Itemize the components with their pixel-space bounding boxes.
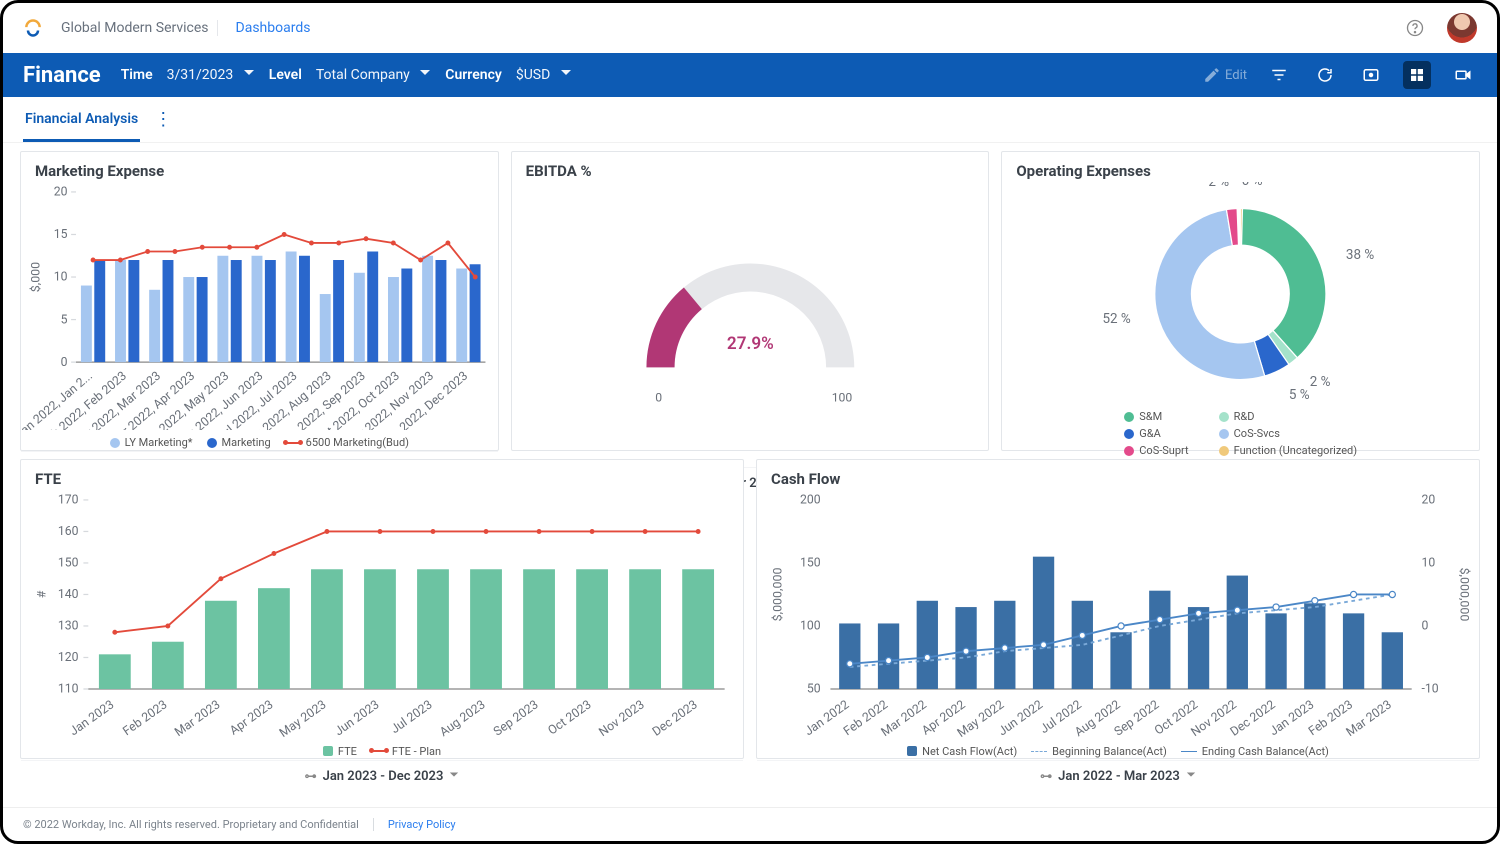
svg-text:20: 20	[1421, 494, 1435, 508]
svg-text:20: 20	[54, 186, 68, 200]
svg-text:130: 130	[58, 620, 79, 634]
presentation-icon[interactable]	[1357, 61, 1385, 89]
svg-text:Sep 2022: Sep 2022	[1112, 698, 1162, 739]
svg-text:Oct 2023: Oct 2023	[546, 698, 594, 738]
edit-button[interactable]: Edit	[1203, 66, 1247, 84]
pin-icon: ⊶	[1040, 769, 1052, 783]
help-icon[interactable]	[1405, 18, 1425, 38]
company-name: Global Modern Services	[61, 20, 218, 36]
svg-text:Aug 2023: Aug 2023	[438, 698, 489, 739]
chevron-down-icon	[560, 67, 572, 83]
svg-text:Jun 2022: Jun 2022	[996, 698, 1046, 739]
filter-time-value[interactable]: 3/31/2023	[167, 67, 255, 83]
svg-text:38 %: 38 %	[1346, 248, 1374, 263]
svg-text:100: 100	[831, 391, 852, 405]
page-footer: © 2022 Workday, Inc. All rights reserved…	[3, 807, 1497, 841]
card-cash-flow: Cash Flow 50100150200-1001020$,000,000$,…	[756, 459, 1480, 759]
svg-text:Jan 2023: Jan 2023	[68, 698, 118, 739]
svg-text:Apr 2023: Apr 2023	[228, 698, 277, 738]
card-title: Operating Expenses	[1002, 152, 1479, 182]
svg-text:10: 10	[54, 271, 68, 285]
svg-text:$,000,000: $,000,000	[1457, 568, 1472, 622]
filter-currency-label: Currency	[445, 67, 502, 83]
svg-text:15: 15	[54, 228, 68, 242]
svg-text:140: 140	[58, 588, 79, 602]
card-footer[interactable]: ⊶ Jan 2022 - Mar 2023	[757, 760, 1479, 794]
chevron-down-icon	[243, 67, 255, 83]
chevron-down-icon	[1186, 769, 1196, 784]
svg-text:Mar 2023: Mar 2023	[173, 698, 224, 739]
grid-view-icon[interactable]	[1403, 61, 1431, 89]
svg-text:2 %: 2 %	[1310, 375, 1331, 390]
svg-text:110: 110	[58, 683, 79, 697]
svg-text:Jul 2023: Jul 2023	[389, 698, 436, 737]
svg-text:150: 150	[800, 557, 821, 571]
pin-icon: ⊶	[305, 769, 317, 783]
privacy-policy-link[interactable]: Privacy Policy	[373, 818, 456, 831]
card-operating-expenses: Operating Expenses 0 %38 %2 %5 %52 %2 % …	[1001, 151, 1480, 451]
card-ebitda: EBITDA % 27.9%0100 ⊶ Mar 2023	[511, 151, 990, 451]
user-avatar[interactable]	[1447, 13, 1477, 43]
svg-text:$,000,000: $,000,000	[771, 568, 786, 622]
filter-level-label: Level	[269, 67, 302, 83]
filter-currency-value[interactable]: $USD	[516, 67, 572, 83]
card-footer[interactable]: ⊶ Jan 2023 - Dec 2023	[21, 760, 743, 794]
filter-bar: Finance Time 3/31/2023 Level Total Compa…	[3, 53, 1497, 97]
card-title: EBITDA %	[512, 152, 989, 182]
card-marketing-expense: Marketing Expense 05101520$,000Jan 2022,…	[20, 151, 499, 451]
svg-text:120: 120	[58, 651, 79, 665]
svg-text:Nov 2023: Nov 2023	[597, 698, 648, 739]
svg-text:52 %: 52 %	[1103, 312, 1131, 327]
svg-text:150: 150	[58, 557, 79, 571]
card-title: Marketing Expense	[21, 152, 498, 182]
svg-text:100: 100	[800, 620, 821, 634]
filter-level-value[interactable]: Total Company	[316, 67, 431, 83]
svg-text:May 2023: May 2023	[277, 698, 329, 739]
workday-logo-icon	[23, 18, 43, 38]
svg-text:10: 10	[1421, 557, 1435, 571]
chart-legend: Net Cash Flow(Act) Beginning Balance(Act…	[757, 739, 1479, 760]
video-icon[interactable]	[1449, 61, 1477, 89]
tab-row: Financial Analysis ⋮	[3, 97, 1497, 143]
svg-text:Sep 2023: Sep 2023	[491, 698, 541, 739]
filter-time-label: Time	[121, 67, 153, 83]
svg-text:0: 0	[655, 391, 662, 405]
card-fte: FTE 110120130140150160170#Jan 2023Feb 20…	[20, 459, 744, 759]
dashboards-link[interactable]: Dashboards	[236, 20, 311, 36]
chart-legend: S&M R&D G&A CoS-Svcs CoS-Suprt Function …	[1002, 406, 1479, 463]
copyright: © 2022 Workday, Inc. All rights reserved…	[23, 818, 359, 831]
svg-text:Dec 2023: Dec 2023	[650, 698, 700, 739]
chart-legend: FTE FTE - Plan	[21, 739, 743, 760]
chevron-down-icon	[449, 769, 459, 784]
svg-text:200: 200	[800, 494, 821, 508]
svg-text:2 %: 2 %	[1209, 182, 1230, 190]
svg-text:0 %: 0 %	[1242, 182, 1263, 189]
svg-text:-10: -10	[1421, 683, 1438, 697]
chevron-down-icon	[419, 67, 431, 83]
svg-text:5 %: 5 %	[1289, 388, 1310, 403]
svg-text:50: 50	[807, 683, 821, 697]
svg-text:0: 0	[1421, 620, 1428, 634]
svg-text:5: 5	[61, 313, 68, 327]
svg-text:160: 160	[58, 525, 79, 539]
svg-text:27.9%: 27.9%	[727, 334, 774, 354]
tab-financial-analysis[interactable]: Financial Analysis	[23, 97, 140, 142]
topbar: Global Modern Services Dashboards	[3, 3, 1497, 53]
svg-text:0: 0	[61, 356, 68, 370]
svg-text:#: #	[36, 590, 50, 598]
svg-text:Feb 2023: Feb 2023	[121, 698, 170, 739]
chart-legend: LY Marketing* Marketing 6500 Marketing(B…	[21, 430, 498, 451]
page-title: Finance	[23, 63, 101, 88]
svg-text:170: 170	[58, 494, 79, 508]
svg-text:$,000: $,000	[28, 262, 43, 292]
refresh-icon[interactable]	[1311, 61, 1339, 89]
svg-text:Jun 2023: Jun 2023	[333, 698, 383, 739]
filter-icon[interactable]	[1265, 61, 1293, 89]
